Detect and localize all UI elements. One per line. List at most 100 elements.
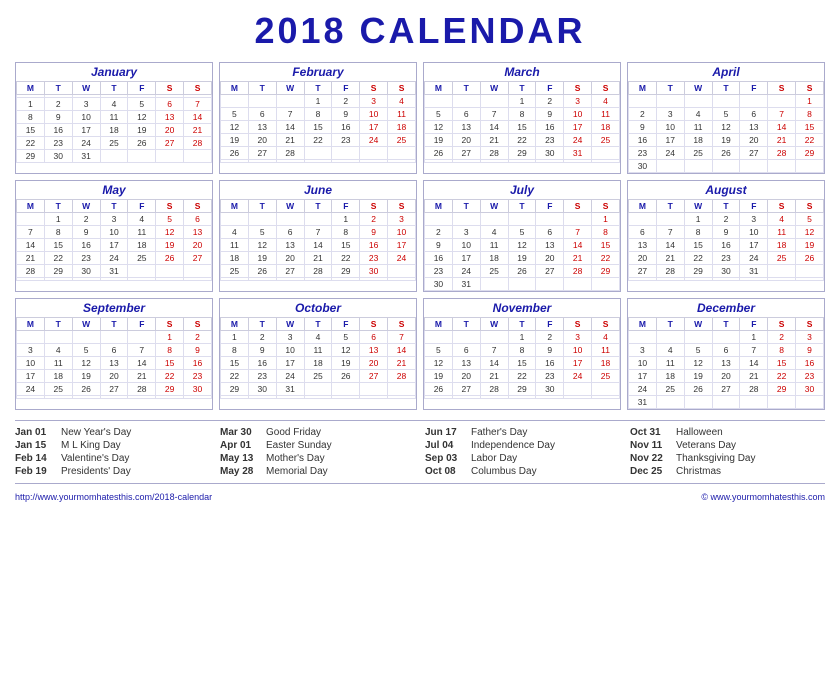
- day-header: S: [360, 82, 388, 95]
- day-cell: 28: [276, 147, 304, 160]
- day-cell: 14: [768, 121, 796, 134]
- day-cell: 26: [684, 383, 712, 396]
- day-cell: [656, 331, 684, 344]
- day-cell: [684, 160, 712, 173]
- day-cell: [564, 396, 592, 399]
- day-cell: 20: [248, 134, 276, 147]
- day-cell: [276, 278, 304, 281]
- day-cell: 29: [508, 383, 536, 396]
- day-cell: 1: [156, 331, 184, 344]
- day-cell: 18: [100, 124, 128, 137]
- day-cell: 7: [388, 331, 416, 344]
- day-cell: [740, 95, 768, 108]
- day-cell: 27: [452, 383, 480, 396]
- day-cell: 6: [740, 108, 768, 121]
- holiday-entry: May 13Mother's Day: [220, 453, 415, 464]
- day-cell: [629, 95, 657, 108]
- day-cell: 23: [536, 134, 564, 147]
- day-cell: [564, 383, 592, 396]
- day-cell: [221, 213, 249, 226]
- day-cell: 23: [536, 370, 564, 383]
- day-cell: 11: [304, 344, 332, 357]
- day-header: W: [276, 318, 304, 331]
- day-cell: 7: [656, 226, 684, 239]
- day-cell: [17, 396, 45, 399]
- day-cell: [156, 396, 184, 399]
- holiday-date: Jan 15: [15, 440, 57, 451]
- day-cell: 23: [332, 134, 360, 147]
- day-cell: [304, 160, 332, 163]
- day-cell: 16: [536, 357, 564, 370]
- day-header: F: [128, 82, 156, 95]
- day-cell: 13: [740, 121, 768, 134]
- day-cell: [332, 147, 360, 160]
- day-cell: 7: [564, 226, 592, 239]
- day-cell: [564, 160, 592, 163]
- day-cell: 8: [221, 344, 249, 357]
- day-cell: 28: [768, 147, 796, 160]
- day-cell: [768, 265, 796, 278]
- day-cell: 13: [184, 226, 212, 239]
- day-header: W: [480, 200, 508, 213]
- day-cell: 17: [656, 134, 684, 147]
- day-cell: 9: [332, 108, 360, 121]
- day-cell: 29: [768, 383, 796, 396]
- day-cell: [592, 160, 620, 163]
- day-cell: 26: [425, 147, 453, 160]
- day-cell: 8: [44, 226, 72, 239]
- day-cell: 12: [156, 226, 184, 239]
- month-table: MTWTFSS123456789101112131415161718192021…: [424, 317, 620, 399]
- day-cell: 10: [100, 226, 128, 239]
- day-cell: [712, 278, 740, 281]
- day-cell: 4: [480, 226, 508, 239]
- day-cell: 17: [564, 121, 592, 134]
- holiday-entry: May 28Memorial Day: [220, 466, 415, 477]
- day-cell: 26: [508, 265, 536, 278]
- day-cell: [629, 278, 657, 281]
- day-header: T: [304, 82, 332, 95]
- holiday-name: Easter Sunday: [266, 440, 332, 451]
- holiday-date: Jun 17: [425, 427, 467, 438]
- month-title: October: [220, 299, 416, 317]
- day-cell: 9: [712, 226, 740, 239]
- day-cell: 10: [72, 111, 100, 124]
- holiday-date: Jan 01: [15, 427, 57, 438]
- day-cell: 11: [100, 111, 128, 124]
- day-cell: 17: [72, 124, 100, 137]
- day-cell: 6: [712, 344, 740, 357]
- day-cell: 28: [656, 265, 684, 278]
- calendars-grid: JanuaryMTWTFSS12345678910111213141516171…: [15, 62, 825, 410]
- day-cell: [452, 213, 480, 226]
- day-cell: [425, 213, 453, 226]
- month-table: MTWTFSS123456789101112131415161718192021…: [628, 81, 824, 173]
- day-cell: 30: [425, 278, 453, 291]
- day-cell: 21: [480, 134, 508, 147]
- day-cell: 9: [425, 239, 453, 252]
- day-cell: 12: [248, 239, 276, 252]
- day-cell: [276, 160, 304, 163]
- month-table: MTWTFSS123456789101112131415161718192021…: [424, 81, 620, 163]
- day-cell: 26: [248, 265, 276, 278]
- day-cell: 3: [360, 95, 388, 108]
- day-cell: [536, 213, 564, 226]
- day-cell: 16: [796, 357, 824, 370]
- day-cell: 18: [128, 239, 156, 252]
- day-header: F: [740, 82, 768, 95]
- day-cell: 4: [100, 98, 128, 111]
- day-cell: [536, 160, 564, 163]
- day-cell: 2: [536, 331, 564, 344]
- holiday-entry: Jan 15M L King Day: [15, 440, 210, 451]
- day-cell: 20: [452, 370, 480, 383]
- day-cell: 26: [128, 137, 156, 150]
- day-header: S: [184, 318, 212, 331]
- holiday-date: May 13: [220, 453, 262, 464]
- day-cell: [276, 95, 304, 108]
- day-cell: 7: [768, 108, 796, 121]
- day-cell: 10: [656, 121, 684, 134]
- day-cell: 11: [768, 226, 796, 239]
- day-header: F: [332, 200, 360, 213]
- day-cell: 12: [712, 121, 740, 134]
- day-header: W: [72, 200, 100, 213]
- day-cell: 11: [388, 108, 416, 121]
- day-cell: 1: [592, 213, 620, 226]
